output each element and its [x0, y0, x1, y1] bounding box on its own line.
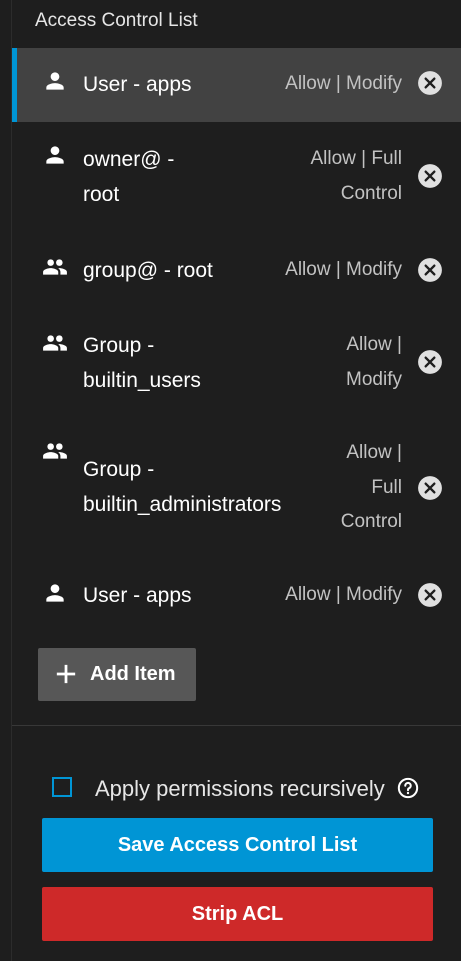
- acl-item-permission: Allow | Modify: [285, 259, 402, 280]
- group-icon: [43, 259, 67, 275]
- remove-item-icon[interactable]: [417, 70, 443, 96]
- plus-icon: [56, 664, 76, 684]
- acl-item[interactable]: User - apps Allow | Modify: [12, 560, 461, 630]
- acl-item-permission: Allow | Full Control: [340, 442, 402, 532]
- add-item-label: Add Item: [90, 663, 176, 685]
- apply-recursively-checkbox[interactable]: [52, 777, 72, 797]
- user-icon: [46, 146, 64, 164]
- acl-item[interactable]: group@ - root Allow | Modify: [12, 230, 461, 310]
- acl-item-permission: Allow | Full Control: [310, 148, 402, 204]
- panel-title: Access Control List: [35, 10, 198, 31]
- acl-item-who: Group - builtin_administrators: [83, 458, 282, 516]
- user-icon: [46, 584, 64, 602]
- save-acl-button[interactable]: Save Access Control List: [42, 818, 433, 872]
- acl-item[interactable]: owner@ - root Allow | Full Control: [12, 124, 461, 224]
- acl-item[interactable]: Group - builtin_users Allow | Modify: [12, 316, 461, 416]
- user-icon: [46, 72, 64, 90]
- add-item-button[interactable]: Add Item: [38, 648, 196, 701]
- acl-item-permission: Allow | Modify: [285, 73, 402, 94]
- remove-item-icon[interactable]: [417, 257, 443, 283]
- remove-item-icon[interactable]: [417, 475, 443, 501]
- remove-item-icon[interactable]: [417, 582, 443, 608]
- acl-item-permission: Allow | Modify: [346, 334, 402, 390]
- acl-item-who: group@ - root: [83, 259, 213, 282]
- acl-item-who: User - apps: [83, 584, 192, 607]
- group-icon: [43, 443, 67, 459]
- acl-item[interactable]: Group - builtin_administrators Allow | Ful…: [12, 424, 461, 554]
- apply-recursively-label[interactable]: Apply permissions recursively: [95, 776, 385, 802]
- strip-acl-button[interactable]: Strip ACL: [42, 887, 433, 941]
- acl-item-who: Group - builtin_users: [83, 334, 201, 392]
- remove-item-icon[interactable]: [417, 163, 443, 189]
- help-icon[interactable]: [397, 777, 419, 799]
- remove-item-icon[interactable]: [417, 349, 443, 375]
- acl-item[interactable]: User - apps Allow | Modify: [12, 48, 461, 122]
- acl-item-who: User - apps: [83, 73, 192, 96]
- group-icon: [43, 335, 67, 351]
- acl-item-permission: Allow | Modify: [285, 584, 402, 605]
- acl-item-who: owner@ - root: [83, 148, 175, 206]
- divider: [12, 725, 461, 726]
